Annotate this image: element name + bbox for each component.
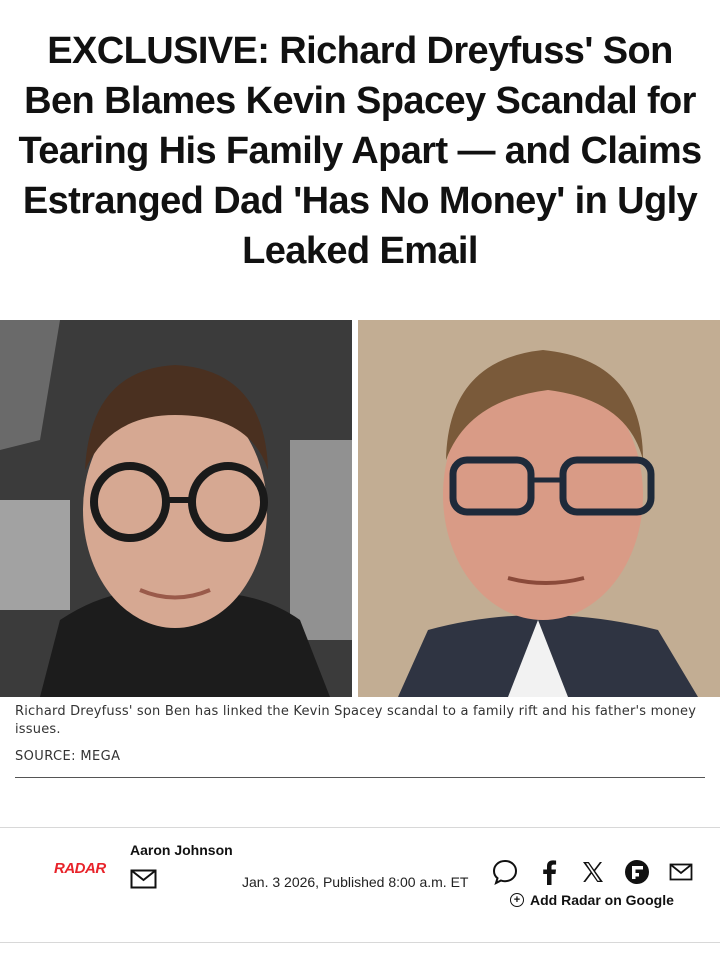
author-name[interactable]: Aaron Johnson <box>130 842 233 858</box>
divider <box>15 777 705 778</box>
facebook-icon[interactable] <box>534 857 564 887</box>
comment-icon[interactable] <box>490 857 520 887</box>
photo-kevin-spacey <box>358 320 720 697</box>
share-bar <box>490 857 700 887</box>
article-headline: EXCLUSIVE: Richard Dreyfuss' Son Ben Bla… <box>18 30 702 272</box>
add-radar-on-google-button[interactable]: + Add Radar on Google <box>510 892 674 908</box>
divider <box>0 942 720 943</box>
author-email-icon[interactable] <box>130 868 158 890</box>
image-source: SOURCE: MEGA <box>15 749 121 764</box>
plus-circle-icon: + <box>510 893 524 907</box>
photo-ben-dreyfuss <box>0 320 352 697</box>
publish-date: Jan. 3 2026, Published 8:00 a.m. ET <box>242 874 469 890</box>
x-icon[interactable] <box>578 857 608 887</box>
divider <box>0 827 720 828</box>
hero-image <box>0 320 720 697</box>
image-caption: Richard Dreyfuss' son Ben has linked the… <box>15 704 697 737</box>
add-radar-on-google-label: Add Radar on Google <box>530 892 674 908</box>
radar-logo[interactable]: RADAR <box>54 860 106 877</box>
email-icon[interactable] <box>666 857 696 887</box>
flipboard-icon[interactable] <box>622 857 652 887</box>
